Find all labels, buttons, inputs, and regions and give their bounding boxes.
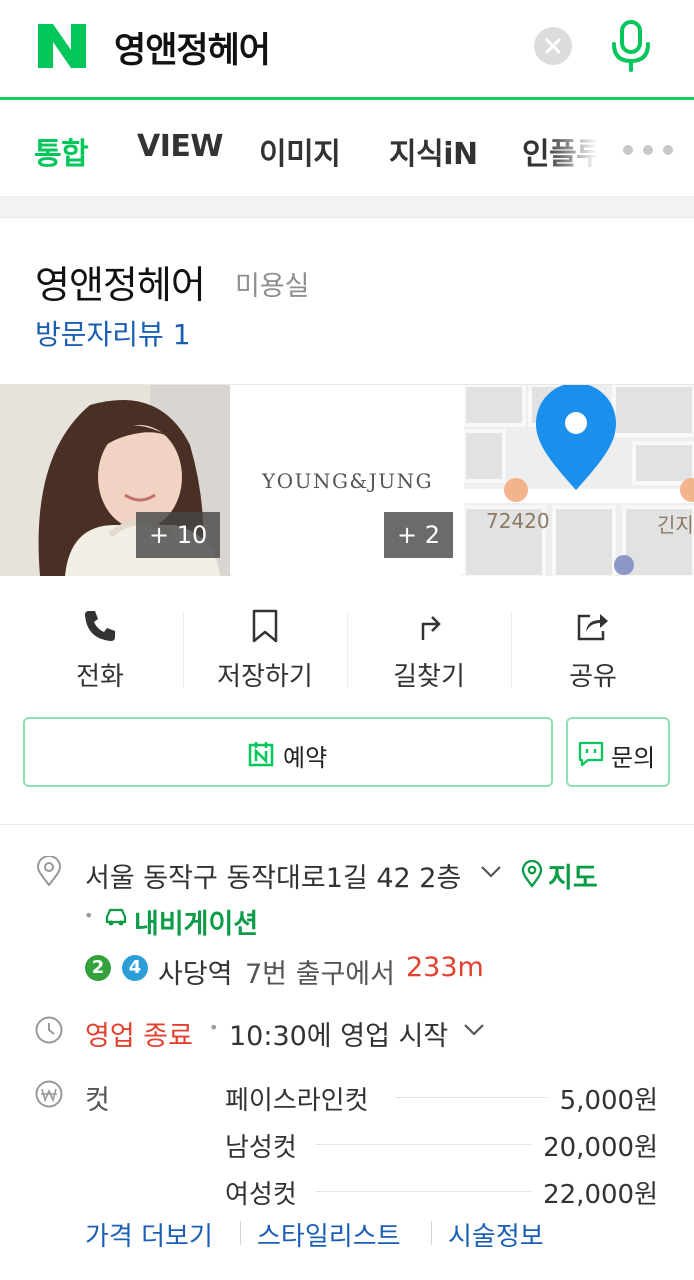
inquiry-label: 문의 <box>611 744 656 772</box>
price-item-name: 페이스라인컷 <box>225 1086 369 1116</box>
share-label: 공유 <box>569 662 617 692</box>
chevron-down-icon[interactable] <box>462 1022 486 1038</box>
naver-logo-icon[interactable] <box>38 24 86 68</box>
subway-line-2-badge: 2 <box>85 955 111 981</box>
station-name: 사당역 <box>158 959 233 990</box>
station-distance: 233m <box>406 952 484 983</box>
map-preview-icon <box>464 385 694 576</box>
save-label: 저장하기 <box>217 662 313 692</box>
price-item-value: 20,000원 <box>543 1133 658 1163</box>
location-pin-icon <box>36 856 62 886</box>
stylist-link[interactable]: 스타일리스트 <box>257 1216 401 1253</box>
price-item-name: 여성컷 <box>225 1180 297 1210</box>
section-divider <box>0 824 694 825</box>
tab-fade-overlay <box>545 103 615 196</box>
share-button[interactable]: 공유 <box>511 600 675 700</box>
tab-images[interactable]: 이미지 <box>259 129 341 173</box>
search-tabs: 통합 VIEW 이미지 지식iN 인플루 <box>0 103 694 197</box>
tab-knowledge-in[interactable]: 지식iN <box>389 129 478 173</box>
section-divider <box>0 197 694 218</box>
phone-icon <box>85 611 115 641</box>
search-query[interactable]: 영앤정헤어 <box>114 22 271 73</box>
microphone-icon[interactable] <box>609 20 653 72</box>
subway-line-4-badge: 4 <box>122 955 148 981</box>
price-item-value: 5,000원 <box>559 1086 658 1116</box>
map-pin-icon <box>521 860 543 888</box>
map-label: 긴지 <box>657 513 694 537</box>
map-link[interactable]: 지도 <box>548 856 598 895</box>
call-label: 전화 <box>76 662 124 692</box>
bookmark-icon <box>252 609 278 643</box>
bullet: • <box>84 906 94 925</box>
call-button[interactable]: 전화 <box>18 600 182 700</box>
chat-bubble-icon <box>578 741 604 767</box>
leader-dots <box>316 1144 532 1145</box>
search-bar: 영앤정헤어 <box>0 0 694 100</box>
tab-integrated[interactable]: 통합 <box>34 129 89 173</box>
station-exit: 7번 출구에서 <box>245 959 395 990</box>
photo-thumbnail-logo[interactable]: YOUNG&JUNG + 2 <box>232 385 462 576</box>
leader-dots <box>316 1191 532 1192</box>
save-button[interactable]: 저장하기 <box>183 600 347 700</box>
treatment-info-link[interactable]: 시술정보 <box>448 1216 544 1253</box>
directions-button[interactable]: 길찾기 <box>347 600 511 700</box>
navigation-link[interactable]: 내비게이션 <box>134 902 258 941</box>
chevron-down-icon[interactable] <box>479 864 503 880</box>
clear-x-icon <box>545 38 561 54</box>
price-item-name: 남성컷 <box>225 1133 297 1163</box>
menu-category: 컷 <box>85 1085 110 1116</box>
directions-label: 길찾기 <box>393 662 465 692</box>
business-hours[interactable]: 10:30에 영업 시작 <box>229 1014 448 1053</box>
separator <box>240 1221 241 1245</box>
place-category: 미용실 <box>235 271 310 302</box>
photo-count-badge: + 10 <box>136 512 221 558</box>
photo-thumbnail-profile[interactable]: + 10 <box>0 385 230 576</box>
directions-arrow-icon <box>421 616 441 640</box>
leader-dots <box>396 1097 548 1098</box>
inquiry-button[interactable]: 문의 <box>566 717 670 787</box>
more-tabs-icon[interactable] <box>622 143 674 157</box>
more-prices-link[interactable]: 가격 더보기 <box>85 1216 213 1253</box>
visitor-review-link[interactable]: 방문자리뷰 1 <box>35 313 191 353</box>
reserve-button[interactable]: 예약 <box>23 717 553 787</box>
price-item-value: 22,000원 <box>543 1180 658 1210</box>
map-label: 72420 <box>486 509 550 533</box>
map-thumbnail[interactable]: 72420 긴지 <box>464 385 694 576</box>
action-row: 전화 저장하기 길찾기 공유 <box>0 600 694 700</box>
reserve-label: 예약 <box>283 744 328 772</box>
share-icon <box>577 614 608 641</box>
photo-count-badge: + 2 <box>384 512 454 558</box>
won-currency-icon <box>35 1080 63 1108</box>
bullet: • <box>209 1018 219 1037</box>
business-status: 영업 종료 <box>85 1021 193 1052</box>
naver-booking-icon <box>248 742 274 767</box>
separator <box>431 1221 432 1245</box>
clock-icon <box>35 1016 63 1044</box>
car-icon <box>105 908 127 926</box>
address-text[interactable]: 서울 동작구 동작대로1길 42 2층 <box>85 856 461 895</box>
clear-button[interactable] <box>534 27 572 65</box>
tab-view[interactable]: VIEW <box>137 129 223 164</box>
place-name[interactable]: 영앤정헤어 <box>35 254 206 309</box>
brand-logo-text: YOUNG&JUNG <box>262 469 434 493</box>
photo-strip: + 10 YOUNG&JUNG + 2 72420 긴지 <box>0 384 694 576</box>
